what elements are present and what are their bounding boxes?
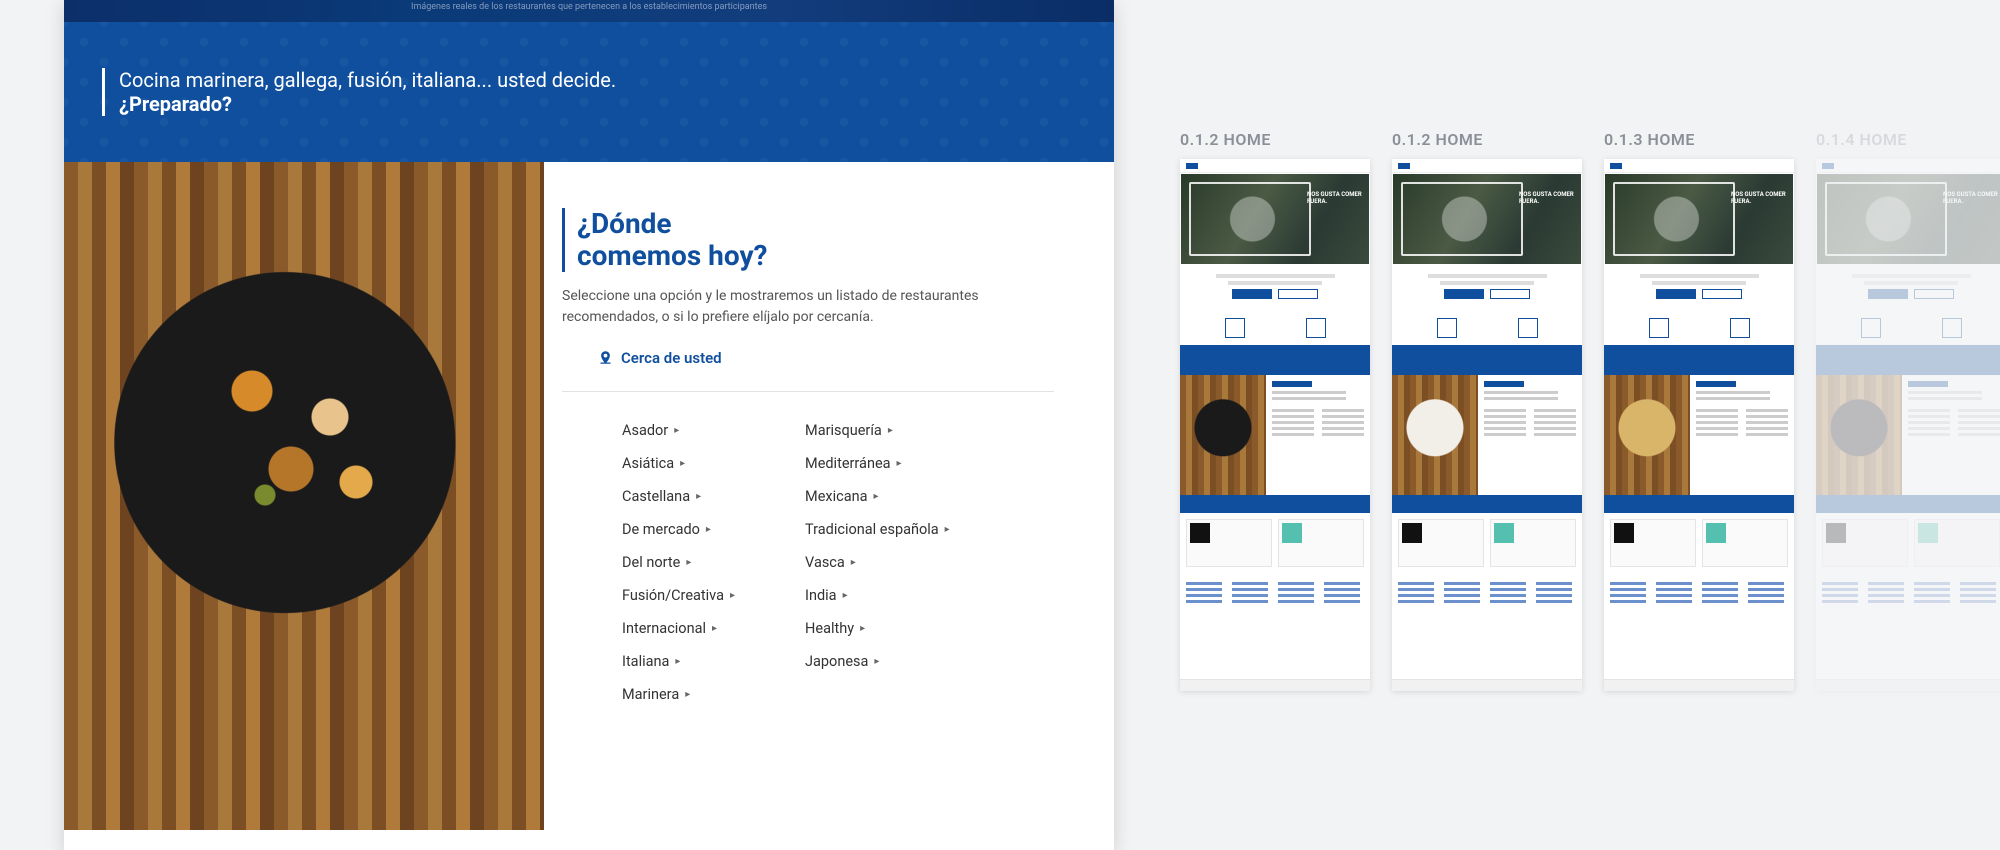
artboard-thumbnails: 0.1.2 HOMENOS GUSTA COMER FUERA.0.1.2 HO… — [1180, 130, 2000, 691]
cuisine-right-item[interactable]: Vasca ▸ — [805, 546, 950, 579]
cuisine-left-item[interactable]: De mercado ▸ — [622, 513, 735, 546]
cuisine-left-item[interactable]: Fusión/Creativa ▸ — [622, 579, 735, 612]
artboard-thumb-preview: NOS GUSTA COMER FUERA. — [1180, 159, 1370, 691]
chevron-right-icon: ▸ — [843, 590, 848, 601]
chevron-right-icon: ▸ — [712, 623, 717, 634]
artboard-thumb[interactable]: 0.1.2 HOME NOS GUSTA COMER FUERA. — [1180, 130, 1370, 691]
artboard-thumb[interactable]: 0.1.4 HOME NOS GUSTA COMER FUERA. — [1816, 130, 2000, 691]
cuisine-label: Healthy — [805, 620, 854, 637]
cuisine-label: Fusión/Creativa — [622, 587, 724, 604]
cuisine-columns: Asador▸Asiática▸Castellana▸De mercado▸De… — [562, 414, 1054, 711]
cuisine-right-item[interactable]: Mediterránea ▸ — [805, 447, 950, 480]
cuisine-left-item[interactable]: Marinera ▸ — [622, 678, 735, 711]
divider — [562, 391, 1054, 392]
chevron-right-icon: ▸ — [674, 425, 679, 436]
chevron-right-icon: ▸ — [696, 491, 701, 502]
artboard-thumb-preview: NOS GUSTA COMER FUERA. — [1816, 159, 2000, 691]
cuisine-right-item[interactable]: India ▸ — [805, 579, 950, 612]
chevron-right-icon: ▸ — [680, 458, 685, 469]
artboard-thumb-preview: NOS GUSTA COMER FUERA. — [1604, 159, 1794, 691]
cuisine-list-left: Asador▸Asiática▸Castellana▸De mercado▸De… — [622, 414, 735, 711]
chevron-right-icon: ▸ — [675, 656, 680, 667]
cuisine-label: Internacional — [622, 620, 706, 637]
chevron-right-icon: ▸ — [706, 524, 711, 535]
cuisine-label: Asiática — [622, 455, 674, 472]
chevron-right-icon: ▸ — [686, 557, 691, 568]
artboard-thumb[interactable]: 0.1.3 HOME NOS GUSTA COMER FUERA. — [1604, 130, 1794, 691]
cuisine-label: Castellana — [622, 488, 690, 505]
chevron-right-icon: ▸ — [897, 458, 902, 469]
cuisine-left-item[interactable]: Asiática ▸ — [622, 447, 735, 480]
where-content: ¿Dónde comemos hoy? Seleccione una opció… — [544, 162, 1114, 830]
chevron-right-icon: ▸ — [873, 491, 878, 502]
cuisine-left-item[interactable]: Italiana ▸ — [622, 645, 735, 678]
cuisine-left-item[interactable]: Internacional ▸ — [622, 612, 735, 645]
intro-banner: Cocina marinera, gallega, fusión, italia… — [64, 22, 1114, 162]
food-photo — [64, 162, 544, 830]
cuisine-label: Mexicana — [805, 488, 867, 505]
cuisine-list-right: Marisquería▸Mediterránea▸Mexicana▸Tradic… — [805, 414, 950, 711]
cuisine-right-item[interactable]: Japonesa ▸ — [805, 645, 950, 678]
artboard-thumb-preview: NOS GUSTA COMER FUERA. — [1392, 159, 1582, 691]
cuisine-label: Tradicional española — [805, 521, 939, 538]
intro-banner-line2: ¿Preparado? — [119, 92, 616, 116]
cuisine-left-item[interactable]: Castellana ▸ — [622, 480, 735, 513]
chevron-right-icon: ▸ — [888, 425, 893, 436]
where-description: Seleccione una opción y le mostraremos u… — [562, 286, 1022, 327]
cuisine-label: Marinera — [622, 686, 679, 703]
cuisine-right-item[interactable]: Mexicana ▸ — [805, 480, 950, 513]
cuisine-left-item[interactable]: Asador ▸ — [622, 414, 735, 447]
design-canvas: Imágenes reales de los restaurantes que … — [0, 0, 2000, 850]
cuisine-label: Del norte — [622, 554, 680, 571]
near-you-link[interactable]: Cerca de usted — [598, 349, 722, 367]
cuisine-label: De mercado — [622, 521, 700, 538]
artboard-thumb-label: 0.1.2 HOME — [1180, 130, 1370, 149]
artboard-thumb-label: 0.1.4 HOME — [1816, 130, 2000, 149]
cuisine-label: Asador — [622, 422, 668, 439]
cuisine-right-item[interactable]: Healthy ▸ — [805, 612, 950, 645]
near-you-label: Cerca de usted — [621, 349, 722, 367]
intro-banner-rule: Cocina marinera, gallega, fusión, italia… — [102, 68, 616, 116]
where-section: ¿Dónde comemos hoy? Seleccione una opció… — [64, 162, 1114, 830]
hero-caption: Imágenes reales de los restaurantes que … — [64, 2, 1114, 12]
chevron-right-icon: ▸ — [851, 557, 856, 568]
hero-image-strip: Imágenes reales de los restaurantes que … — [64, 0, 1114, 22]
chevron-right-icon: ▸ — [860, 623, 865, 634]
cuisine-label: Japonesa — [805, 653, 868, 670]
artboard-thumb[interactable]: 0.1.2 HOME NOS GUSTA COMER FUERA. — [1392, 130, 1582, 691]
cuisine-label: Mediterránea — [805, 455, 891, 472]
chevron-right-icon: ▸ — [874, 656, 879, 667]
intro-banner-line1: Cocina marinera, gallega, fusión, italia… — [119, 68, 616, 92]
cuisine-label: Italiana — [622, 653, 669, 670]
cuisine-right-item[interactable]: Tradicional española ▸ — [805, 513, 950, 546]
where-heading: ¿Dónde comemos hoy? — [562, 208, 1054, 272]
artboard-thumb-label: 0.1.2 HOME — [1392, 130, 1582, 149]
where-title-line1: ¿Dónde — [577, 207, 672, 240]
location-pin-icon — [598, 350, 613, 365]
artboard-detail: Imágenes reales de los restaurantes que … — [64, 0, 1114, 850]
chevron-right-icon: ▸ — [685, 689, 690, 700]
chevron-right-icon: ▸ — [945, 524, 950, 535]
cuisine-label: India — [805, 587, 837, 604]
cuisine-left-item[interactable]: Del norte ▸ — [622, 546, 735, 579]
chevron-right-icon: ▸ — [730, 590, 735, 601]
where-title-line2: comemos hoy? — [577, 239, 767, 272]
artboard-thumb-label: 0.1.3 HOME — [1604, 130, 1794, 149]
cuisine-label: Vasca — [805, 554, 845, 571]
cuisine-right-item[interactable]: Marisquería ▸ — [805, 414, 950, 447]
cuisine-label: Marisquería — [805, 422, 882, 439]
